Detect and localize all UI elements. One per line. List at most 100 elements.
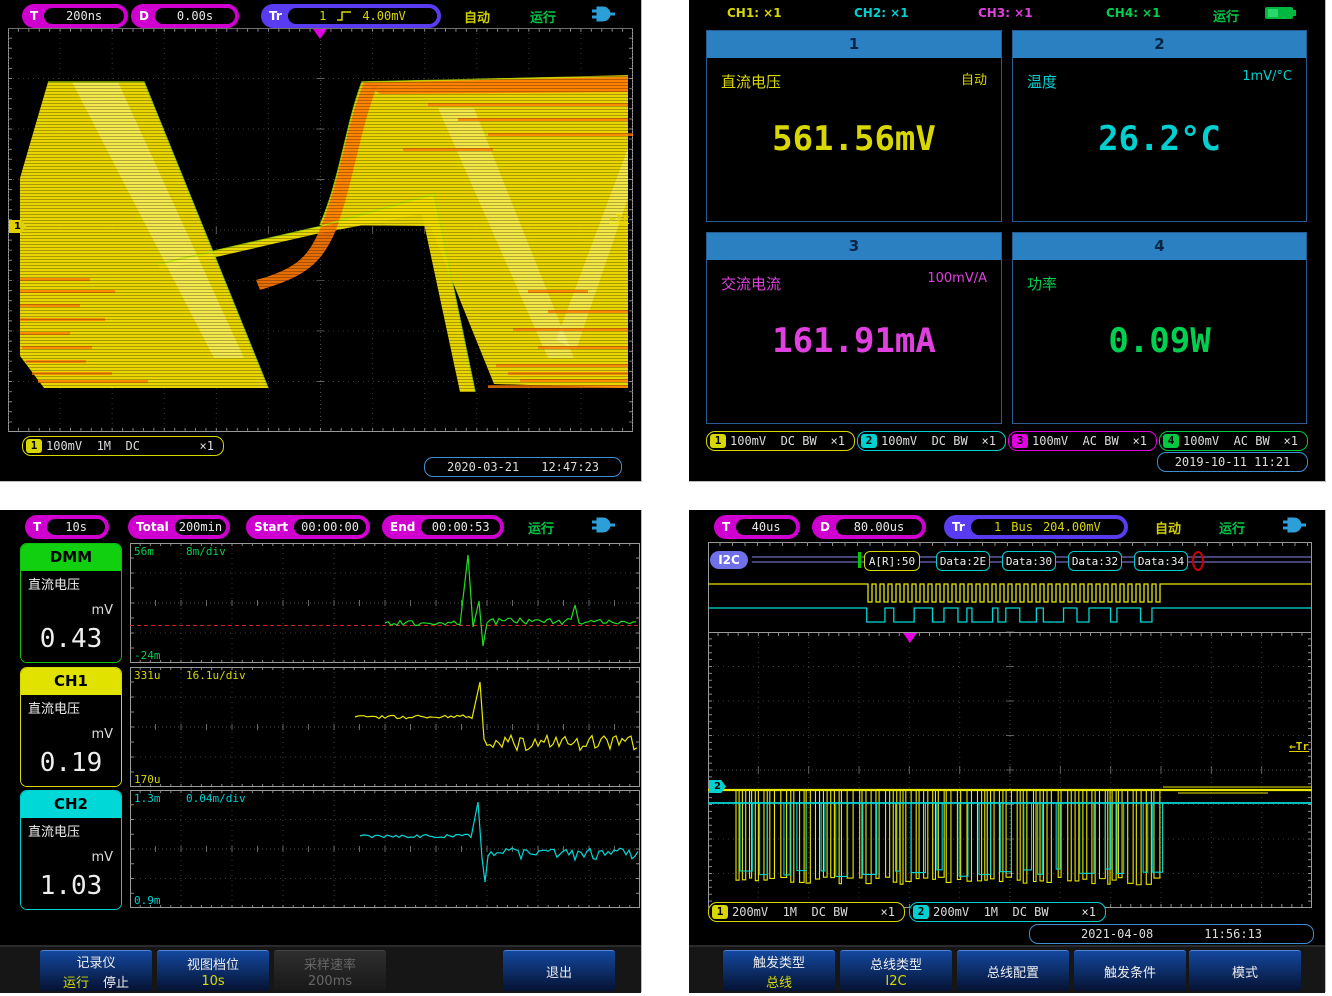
meter-ch2-chip[interactable]: 2 100mV DC BW ×1 bbox=[857, 431, 1006, 451]
meter-box-2-function: 温度 bbox=[1027, 71, 1057, 92]
rec-menu-run-option[interactable]: 运行 bbox=[63, 972, 89, 991]
channel1-probe: ×1 bbox=[200, 439, 214, 453]
delay-pill[interactable]: D 0.00s bbox=[131, 4, 239, 28]
i2c-tr-type: Bus bbox=[1011, 520, 1033, 534]
meter-box-4: 4 功率 0.09W bbox=[1012, 232, 1307, 424]
i2c-trigger-pill[interactable]: Tr 1 Bus 204.00mV bbox=[944, 515, 1128, 539]
meter-box-2-range: 1mV/°C bbox=[1242, 69, 1292, 84]
rec-total-label: Total bbox=[130, 520, 175, 534]
meter-ch2-probe: CH2: ×1 bbox=[854, 6, 909, 20]
i2c-timebase-pill[interactable]: T 40us bbox=[714, 515, 800, 539]
meter-box-4-header: 4 bbox=[1013, 233, 1306, 260]
rec-end-value: 00:00:53 bbox=[421, 519, 500, 535]
bus-type-chip[interactable]: I2C bbox=[710, 551, 748, 569]
rec-strip-ch1-max: 331u bbox=[134, 669, 161, 682]
rec-menu-recorder-button[interactable]: 记录仪 运行 停止 bbox=[40, 950, 152, 991]
meter-ch3-probe-factor: ×1 bbox=[1133, 434, 1147, 448]
i2c-datetime-box: 2021-04-08 11:56:13 bbox=[1029, 924, 1314, 944]
arrow-left-icon: ← bbox=[1289, 740, 1296, 753]
panel-recorder: T 10s Total 200min Start 00:00:00 End 00… bbox=[0, 510, 642, 992]
trigger-position-marker[interactable] bbox=[311, 29, 329, 40]
rec-card-ch2[interactable]: CH2 直流电压 mV 1.03 bbox=[20, 790, 122, 910]
rec-timebase-pill[interactable]: T 10s bbox=[25, 515, 109, 539]
i2c-trigger-level-marker[interactable]: ←Tr bbox=[1289, 740, 1309, 753]
channel1-settings-chip[interactable]: 1 100mV 1M DC ×1 bbox=[22, 436, 224, 456]
meter-box-3-reading: 161.91mA bbox=[707, 321, 1001, 361]
i2c-trigger-position-marker[interactable] bbox=[901, 633, 919, 644]
meter-box-3-header: 3 bbox=[707, 233, 1001, 260]
i2c-menu-busconfig-button[interactable]: 总线配置 bbox=[957, 950, 1069, 991]
meter-ch3-badge: 3 bbox=[1012, 434, 1028, 448]
rec-strip-dmm: 56m 8m/div -24m bbox=[130, 543, 640, 663]
rec-card-ch1[interactable]: CH1 直流电压 mV 0.19 bbox=[20, 667, 122, 787]
rec-card-dmm[interactable]: DMM 直流电压 mV 0.43 bbox=[20, 543, 122, 663]
rec-strip-ch2-max: 1.3m bbox=[134, 792, 161, 805]
i2c-menu-mode-button[interactable]: 模式 bbox=[1189, 950, 1301, 991]
meter-ch4-probe: CH4: ×1 bbox=[1106, 6, 1161, 20]
rec-strip-dmm-canvas bbox=[130, 543, 640, 663]
rec-t-value: 10s bbox=[47, 519, 105, 535]
rec-card-dmm-reading: 0.43 bbox=[21, 624, 121, 654]
trigger-label: Tr bbox=[263, 9, 288, 23]
i2c-menu-trigtype-title: 触发类型 bbox=[753, 952, 805, 971]
i2c-address-frame: A[R]:50 bbox=[864, 551, 920, 571]
i2c-date: 2021-04-08 bbox=[1081, 927, 1153, 941]
run-status: 运行 bbox=[530, 7, 556, 26]
i2c-t-label: T bbox=[716, 520, 736, 534]
date-text: 2020-03-21 bbox=[447, 460, 519, 474]
i2c-menu-bustype-button[interactable]: 总线类型 I2C bbox=[840, 950, 952, 991]
i2c-ch2-chip[interactable]: 2 200mV 1M DC BW ×1 bbox=[909, 902, 1106, 922]
meter-ch3-chip[interactable]: 3 100mV AC BW ×1 bbox=[1008, 431, 1157, 451]
rec-card-ch2-title: CH2 bbox=[21, 791, 121, 818]
i2c-display: I2C A[R]:50 Data:2E Data:30 Data:32 Data… bbox=[708, 542, 1312, 908]
i2c-data-frame-2: Data:30 bbox=[1002, 551, 1056, 571]
meter-box-1-function: 直流电压 bbox=[721, 71, 781, 92]
rec-start-pill[interactable]: Start 00:00:00 bbox=[246, 515, 370, 539]
datetime-box: 2020-03-21 12:47:23 bbox=[424, 457, 622, 477]
i2c-acquire-mode: 自动 bbox=[1155, 518, 1181, 537]
arrow-left-icon: ← bbox=[609, 212, 616, 225]
rec-menu-samplerate-value: 200ms bbox=[308, 974, 352, 989]
meter-ch1-chip[interactable]: 1 100mV DC BW ×1 bbox=[706, 431, 855, 451]
rec-end-pill[interactable]: End 00:00:53 bbox=[382, 515, 504, 539]
rec-strip-ch2-perdiv: 0.04m/div bbox=[186, 792, 246, 805]
rec-strip-ch1-perdiv: 16.1u/div bbox=[186, 669, 246, 682]
rec-strip-ch1-canvas bbox=[130, 667, 640, 787]
meter-ch2-probe-factor: ×1 bbox=[982, 434, 996, 448]
i2c-data-frame-4: Data:34 bbox=[1134, 551, 1188, 571]
i2c-d-label: D bbox=[814, 520, 836, 534]
i2c-delay-pill[interactable]: D 80.00us bbox=[812, 515, 926, 539]
meter-box-3-function: 交流电流 bbox=[721, 273, 781, 294]
i2c-run-status: 运行 bbox=[1219, 518, 1245, 537]
i2c-ch1-probe: ×1 bbox=[881, 905, 895, 919]
meter-ch2-badge: 2 bbox=[861, 434, 877, 448]
rec-menu-viewscale-value: 10s bbox=[201, 974, 224, 989]
rec-card-ch1-reading: 0.19 bbox=[21, 748, 121, 778]
i2c-time: 11:56:13 bbox=[1204, 927, 1262, 941]
meter-ch1-settings: 100mV DC BW bbox=[730, 434, 825, 448]
rec-total-value: 200min bbox=[175, 519, 226, 535]
meter-ch4-settings: 100mV AC BW bbox=[1183, 434, 1278, 448]
trigger-pill[interactable]: Tr 1 4.00mV bbox=[261, 4, 441, 28]
rec-menu-stop-option[interactable]: 停止 bbox=[103, 972, 129, 991]
meter-ch4-chip[interactable]: 4 100mV AC BW ×1 bbox=[1159, 431, 1308, 451]
trigger-level-marker[interactable]: ←Tr bbox=[609, 212, 629, 225]
i2c-ch1-chip[interactable]: 1 200mV 1M DC BW ×1 bbox=[708, 902, 905, 922]
i2c-ch2-probe: ×1 bbox=[1082, 905, 1096, 919]
i2c-start-condition-marker bbox=[858, 552, 861, 568]
meter-ch4-badge: 4 bbox=[1163, 434, 1179, 448]
rec-menu-viewscale-button[interactable]: 视图档位 10s bbox=[157, 950, 269, 991]
trigger-source: 1 bbox=[319, 9, 326, 23]
i2c-menu-trigcondition-button[interactable]: 触发条件 bbox=[1074, 950, 1186, 991]
meter-box-1-range: 自动 bbox=[961, 69, 987, 88]
panel-scope-i2c: T 40us D 80.00us Tr 1 Bus 204.00mV 自动 运行… bbox=[689, 510, 1326, 992]
rec-card-ch1-title: CH1 bbox=[21, 668, 121, 695]
rec-card-ch1-unit: mV bbox=[91, 727, 113, 742]
rec-menu-exit-title: 退出 bbox=[546, 962, 572, 981]
meter-box-3-range: 100mV/A bbox=[927, 271, 987, 286]
timebase-pill[interactable]: T 200ns bbox=[22, 4, 128, 28]
i2c-menu-trigtype-button[interactable]: 触发类型 总线 bbox=[723, 950, 835, 991]
rec-total-pill[interactable]: Total 200min bbox=[128, 515, 230, 539]
rec-strip-dmm-max: 56m bbox=[134, 545, 154, 558]
rec-menu-exit-button[interactable]: 退出 bbox=[503, 950, 615, 991]
